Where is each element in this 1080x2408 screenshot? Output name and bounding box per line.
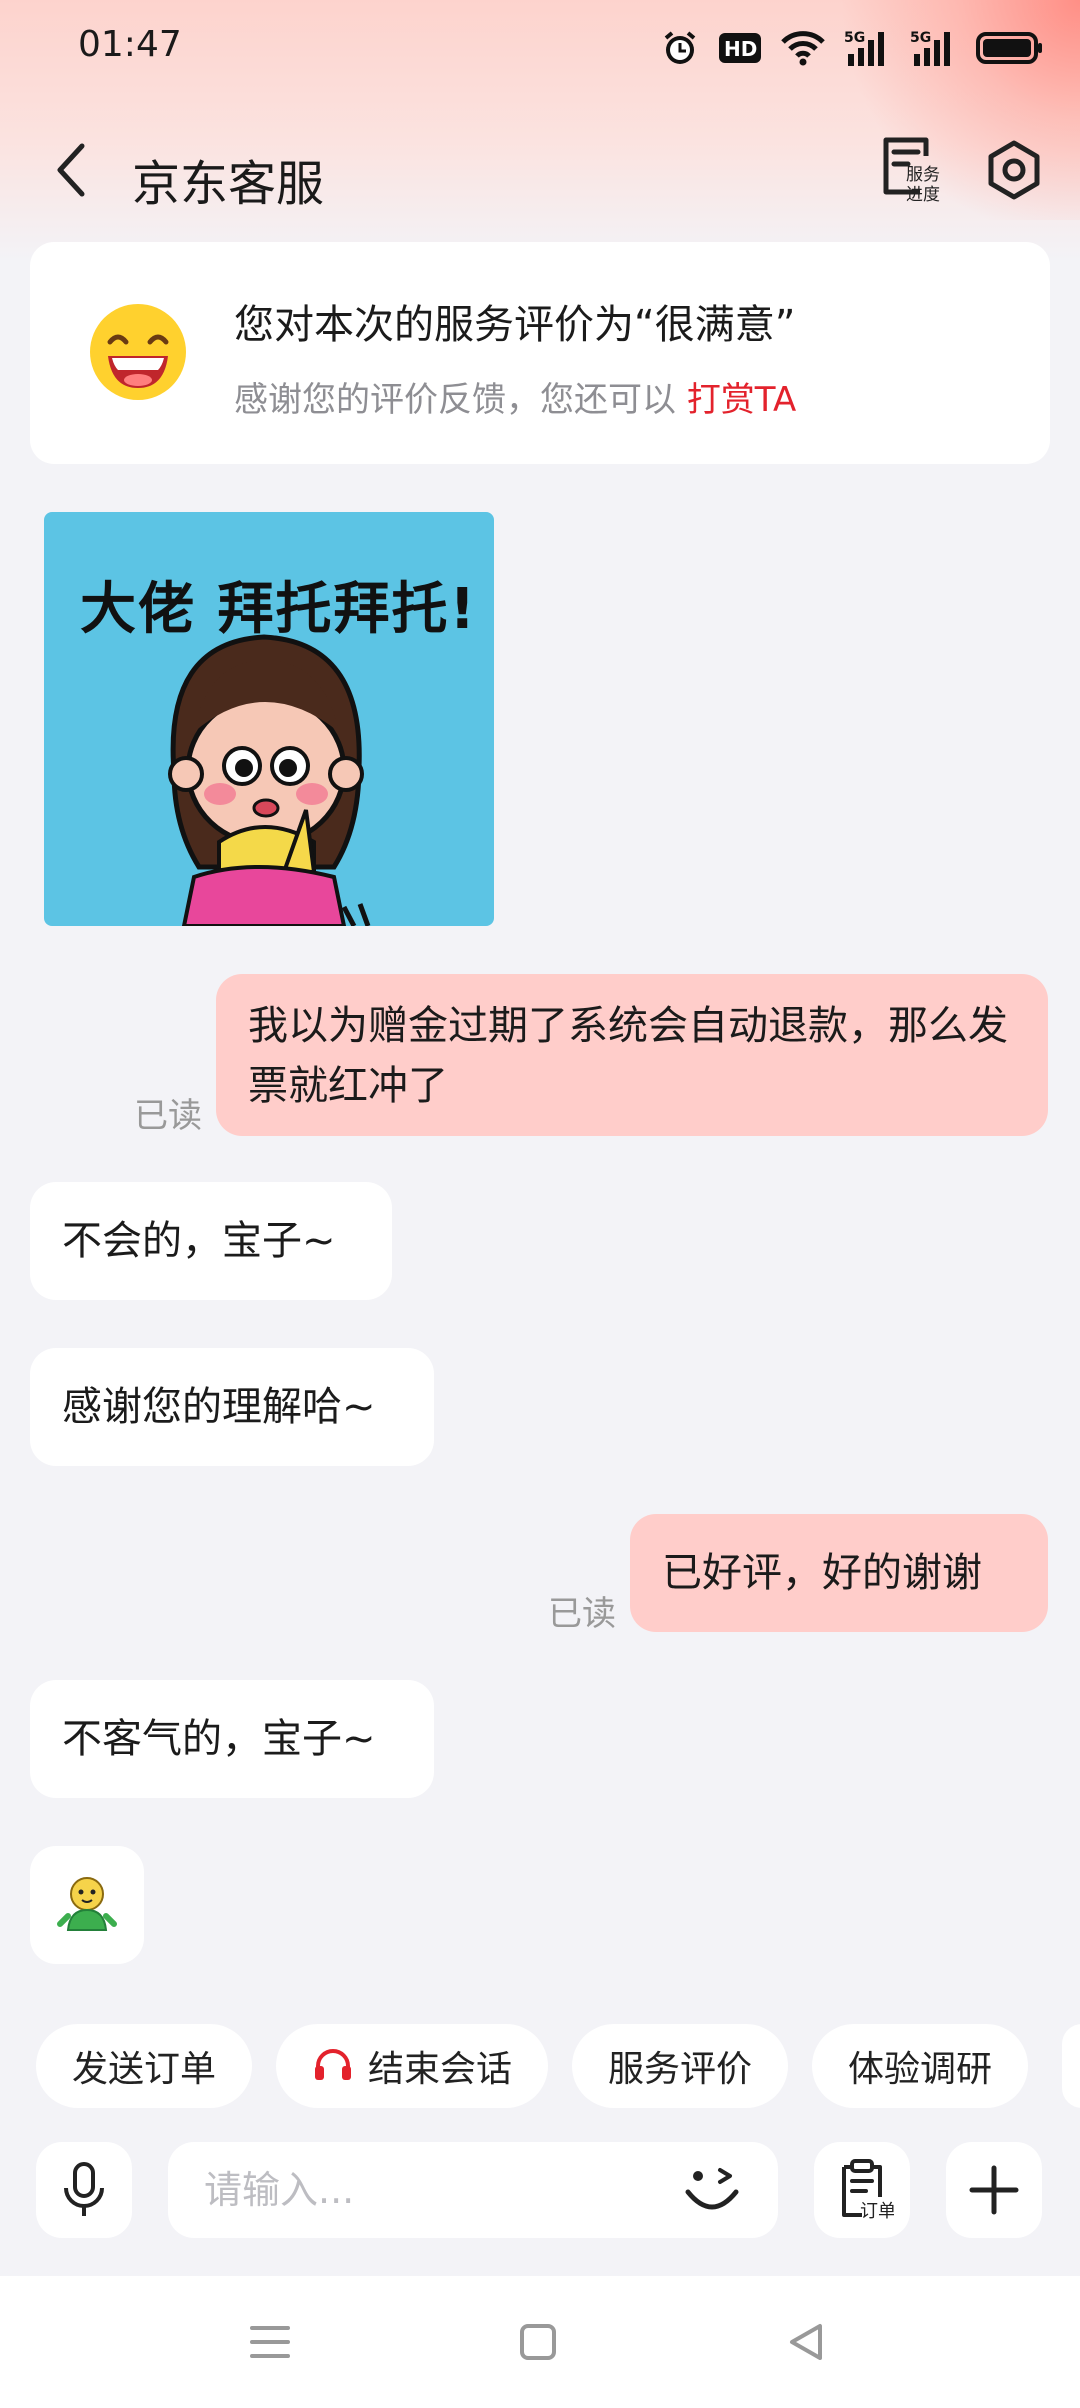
svg-text:服务: 服务 bbox=[906, 165, 940, 185]
5g-signal-icon: 5G bbox=[844, 28, 892, 68]
rating-subtitle: 感谢您的评价反馈，您还可以 打赏TA bbox=[234, 372, 796, 421]
rating-card: 您对本次的服务评价为“很满意” 感谢您的评价反馈，您还可以 打赏TA bbox=[30, 242, 1050, 464]
person-emoji-icon bbox=[57, 1877, 117, 1931]
status-time: 01:47 bbox=[78, 24, 182, 65]
hd-icon: HD bbox=[718, 31, 762, 65]
message-incoming[interactable]: 不会的，宝子~ bbox=[30, 1182, 392, 1300]
service-progress-button[interactable]: 服务 进度 bbox=[876, 134, 948, 206]
wifi-icon bbox=[780, 30, 826, 66]
svg-text:5G: 5G bbox=[844, 30, 865, 46]
end-session-chip[interactable]: 结束会话 bbox=[276, 2024, 549, 2108]
page-title: 京东客服 bbox=[132, 156, 325, 212]
battery-icon bbox=[976, 30, 1044, 66]
chip-label: 服务评价 bbox=[608, 2049, 753, 2090]
alarm-icon bbox=[660, 28, 700, 68]
headset-icon bbox=[315, 2049, 352, 2080]
nav-home-button[interactable] bbox=[508, 2312, 568, 2372]
chip-label: 结束会话 bbox=[368, 2049, 513, 2090]
rating-thanks-text: 感谢您的评价反馈，您还可以 bbox=[234, 380, 687, 420]
nav-menu-button[interactable] bbox=[240, 2312, 300, 2372]
back-button[interactable] bbox=[46, 138, 106, 202]
send-order-chip[interactable]: 发送订单 bbox=[36, 2024, 253, 2108]
system-nav-bar bbox=[0, 2276, 1080, 2408]
settings-icon bbox=[988, 140, 1040, 200]
microphone-icon bbox=[64, 2162, 104, 2216]
read-status: 已读 bbox=[134, 1096, 202, 1136]
more-options-button[interactable] bbox=[946, 2142, 1042, 2238]
grinning-face-icon bbox=[88, 302, 188, 402]
message-outgoing[interactable]: 已好评，好的谢谢 bbox=[630, 1514, 1048, 1632]
read-status: 已读 bbox=[548, 1594, 616, 1634]
tip-link[interactable]: 打赏TA bbox=[687, 380, 796, 420]
experience-survey-chip[interactable]: 体验调研 bbox=[812, 2024, 1029, 2108]
order-button[interactable]: 订单 bbox=[814, 2142, 910, 2238]
order-clipboard-icon: 订单 bbox=[842, 2159, 894, 2222]
message-incoming[interactable]: 不客气的，宝子~ bbox=[30, 1680, 434, 1798]
service-progress-icon: 服务 进度 bbox=[883, 137, 940, 205]
5g-signal-icon: 5G bbox=[910, 28, 958, 68]
message-incoming-emoji[interactable] bbox=[30, 1846, 144, 1964]
message-outgoing[interactable]: 我以为赠金过期了系统会自动退款，那么发票就红冲了 bbox=[216, 974, 1048, 1136]
sticker-image[interactable]: 大佬 拜托拜托! bbox=[44, 512, 494, 926]
quick-actions-bar: 发送订单 结束会话 服务评价 体验调研 bbox=[36, 2024, 1029, 2108]
back-triangle-icon bbox=[790, 2324, 822, 2360]
menu-icon bbox=[250, 2326, 290, 2358]
voice-input-button[interactable] bbox=[36, 2142, 132, 2238]
input-bar: 订单 bbox=[0, 2140, 1080, 2240]
plus-icon bbox=[969, 2165, 1019, 2215]
message-incoming[interactable]: 感谢您的理解哈~ bbox=[30, 1348, 434, 1466]
chat-header: 京东客服 服务 进度 bbox=[0, 120, 1080, 220]
status-bar: 01:47 HD 5G 5G bbox=[0, 0, 1080, 100]
wink-face-icon bbox=[685, 2168, 739, 2210]
chip-label: 体验调研 bbox=[848, 2049, 993, 2090]
emoji-button[interactable] bbox=[680, 2162, 744, 2218]
home-square-icon bbox=[520, 2324, 556, 2360]
svg-text:订单: 订单 bbox=[860, 2201, 894, 2222]
status-icons: HD 5G 5G bbox=[660, 24, 1044, 72]
svg-text:HD: HD bbox=[724, 37, 757, 61]
svg-text:进度: 进度 bbox=[906, 185, 940, 205]
svg-text:5G: 5G bbox=[910, 30, 931, 46]
more-chip-partial[interactable] bbox=[1062, 2024, 1080, 2108]
chip-label: 发送订单 bbox=[72, 2049, 217, 2090]
rating-title: 您对本次的服务评价为“很满意” bbox=[234, 302, 796, 348]
pleading-girl-illustration bbox=[168, 634, 371, 926]
chevron-left-icon bbox=[57, 143, 85, 197]
settings-button[interactable] bbox=[982, 138, 1046, 202]
nav-back-button[interactable] bbox=[776, 2312, 836, 2372]
service-rating-chip[interactable]: 服务评价 bbox=[572, 2024, 789, 2108]
